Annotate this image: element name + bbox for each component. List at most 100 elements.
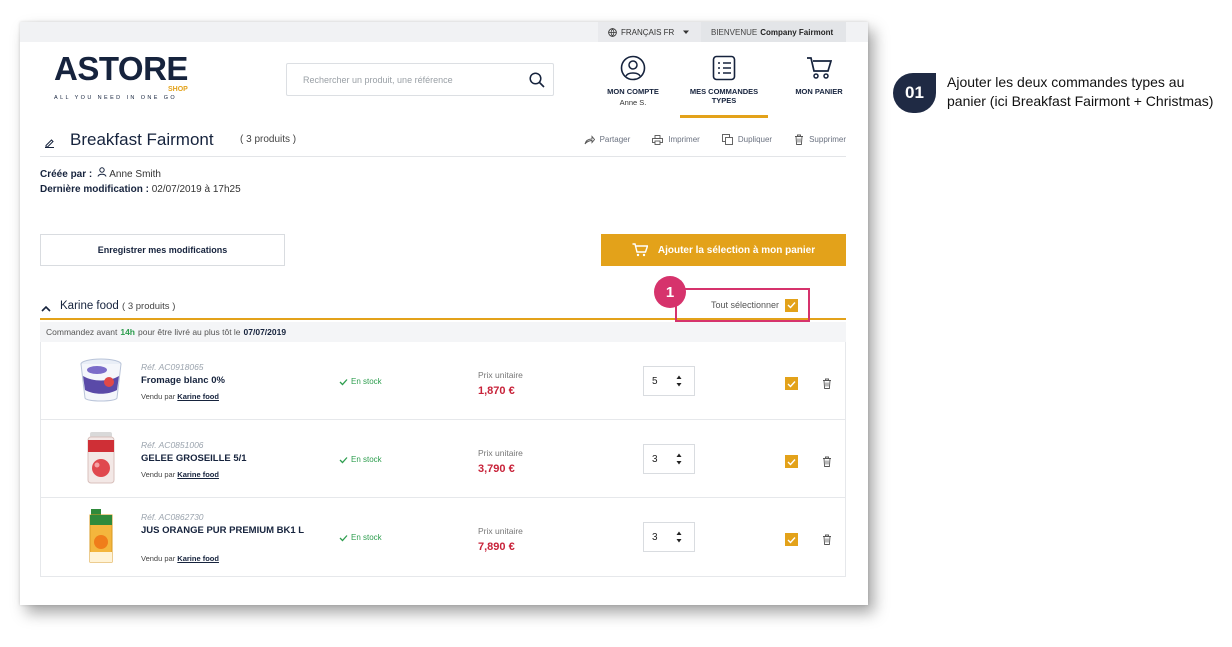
product-checkbox[interactable] [785, 455, 798, 468]
product-image [80, 358, 122, 402]
save-changes-button[interactable]: Enregistrer mes modifications [40, 234, 285, 266]
unit-price-label: Prix unitaire [478, 448, 523, 458]
product-list: Réf. AC0918065 Fromage blanc 0% Vendu pa… [40, 342, 846, 577]
created-by-line: Créée par : Anne Smith [40, 167, 161, 180]
created-by-label: Créée par : [40, 169, 93, 180]
unit-price: 3,790 € [478, 463, 515, 475]
check-icon [787, 302, 796, 309]
remove-product-trash-icon[interactable] [822, 376, 832, 394]
product-vendor: Vendu par Karine food [141, 554, 219, 563]
search-icon[interactable] [521, 64, 553, 96]
globe-icon [608, 27, 617, 37]
nav-my-cart[interactable]: MON PANIER [786, 55, 852, 115]
unit-price: 7,890 € [478, 541, 515, 553]
list-icon [712, 55, 736, 81]
share-label: Partager [599, 135, 631, 144]
nav-my-account[interactable]: MON COMPTE Anne S. [600, 55, 666, 115]
active-nav-indicator [680, 115, 768, 118]
user-circle-icon [620, 55, 646, 81]
nav-order-templates[interactable]: MES COMMANDES TYPES [680, 55, 768, 115]
nav-orders-label-2: TYPES [711, 96, 737, 105]
unit-price-label: Prix unitaire [478, 370, 523, 380]
print-button[interactable]: Imprimer [652, 134, 700, 145]
print-label: Imprimer [668, 135, 700, 144]
vendor-link[interactable]: Karine food [177, 554, 219, 563]
logo-brand: ASTORE [54, 50, 188, 87]
quantity-value: 3 [652, 453, 658, 465]
company-name: Company Fairmont [760, 27, 834, 37]
delete-button[interactable]: Supprimer [794, 134, 846, 145]
callout-marker: 1 [654, 276, 686, 308]
nav-cart-label: MON PANIER [795, 87, 843, 96]
spinner-arrows-icon[interactable] [676, 374, 682, 388]
product-checkbox[interactable] [785, 533, 798, 546]
quantity-stepper[interactable]: 5 [643, 366, 695, 396]
edit-icon[interactable] [44, 135, 55, 153]
last-modified-label: Dernière modification : [40, 184, 149, 195]
search-input[interactable]: Rechercher un produit, une référence [303, 75, 521, 85]
select-all-checkbox[interactable] [785, 298, 798, 312]
language-selector[interactable]: FRANÇAIS FR [598, 22, 701, 42]
welcome-prefix: BIENVENUE [711, 27, 758, 37]
cart-icon [807, 57, 832, 79]
duplicate-button[interactable]: Dupliquer [721, 134, 772, 145]
delivery-prefix: Commandez avant [46, 327, 118, 337]
logo-tagline: ALL YOU NEED IN ONE GO [54, 95, 178, 101]
product-ref: Réf. AC0918065 [141, 362, 204, 372]
product-row: Réf. AC0862730 JUS ORANGE PUR PREMIUM BK… [41, 498, 845, 576]
chevron-up-icon[interactable] [41, 300, 51, 318]
vendor-label: Vendu par [141, 554, 176, 563]
product-ref: Réf. AC0851006 [141, 440, 204, 450]
quantity-stepper[interactable]: 3 [643, 444, 695, 474]
stock-label: En stock [351, 533, 382, 542]
share-button[interactable]: Partager [584, 134, 631, 145]
product-vendor: Vendu par Karine food [141, 392, 219, 401]
vendor-link[interactable]: Karine food [177, 470, 219, 479]
product-image [89, 509, 113, 563]
step-number-badge: 01 [893, 73, 936, 113]
cart-icon [632, 243, 648, 257]
product-vendor: Vendu par Karine food [141, 470, 219, 479]
unit-price-label: Prix unitaire [478, 526, 523, 536]
logo-sub: SHOP [168, 86, 188, 93]
language-label: FRANÇAIS FR [621, 27, 675, 37]
check-icon [339, 456, 348, 463]
product-name[interactable]: GELEE GROSEILLE 5/1 [141, 453, 311, 465]
stock-label: En stock [351, 455, 382, 464]
check-icon [787, 536, 796, 544]
stock-status: En stock [339, 455, 382, 464]
page-title: Breakfast Fairmont [70, 130, 214, 149]
quantity-value: 3 [652, 531, 658, 543]
add-selection-label: Ajouter la sélection à mon panier [657, 244, 816, 256]
created-by-name: Anne Smith [109, 169, 161, 180]
product-row: Réf. AC0851006 GELEE GROSEILLE 5/1 Vendu… [41, 420, 845, 498]
remove-product-trash-icon[interactable] [822, 454, 832, 472]
welcome-message: BIENVENUE Company Fairmont [701, 22, 846, 42]
product-name[interactable]: Fromage blanc 0% [141, 375, 311, 387]
remove-product-trash-icon[interactable] [822, 532, 832, 550]
product-count: ( 3 produits ) [240, 134, 297, 145]
delivery-notice: Commandez avant 14h pour être livré au p… [40, 322, 846, 342]
printer-icon [652, 134, 664, 145]
add-selection-to-cart-button[interactable]: Ajouter la sélection à mon panier [601, 234, 846, 266]
quantity-value: 5 [652, 375, 658, 387]
app-screenshot: FRANÇAIS FR BIENVENUE Company Fairmont A… [20, 22, 868, 605]
copy-icon [721, 134, 733, 145]
product-name[interactable]: JUS ORANGE PUR PREMIUM BK1 L [141, 525, 311, 537]
store-logo[interactable]: ASTORE SHOP ALL YOU NEED IN ONE GO [54, 52, 194, 108]
share-icon [584, 134, 595, 144]
vendor-link[interactable]: Karine food [177, 392, 219, 401]
product-image [87, 432, 115, 484]
quantity-stepper[interactable]: 3 [643, 522, 695, 552]
spinner-arrows-icon[interactable] [676, 452, 682, 466]
spinner-arrows-icon[interactable] [676, 530, 682, 544]
nav-account-label: MON COMPTE [607, 87, 659, 96]
select-all-toggle[interactable]: Tout sélectionner [675, 288, 810, 322]
check-icon [787, 380, 796, 388]
stock-status: En stock [339, 533, 382, 542]
delete-label: Supprimer [809, 135, 846, 144]
product-checkbox[interactable] [785, 377, 798, 390]
delivery-middle: pour être livré au plus tôt le [138, 327, 241, 337]
check-icon [339, 378, 348, 385]
search-bar[interactable]: Rechercher un produit, une référence [286, 63, 554, 96]
